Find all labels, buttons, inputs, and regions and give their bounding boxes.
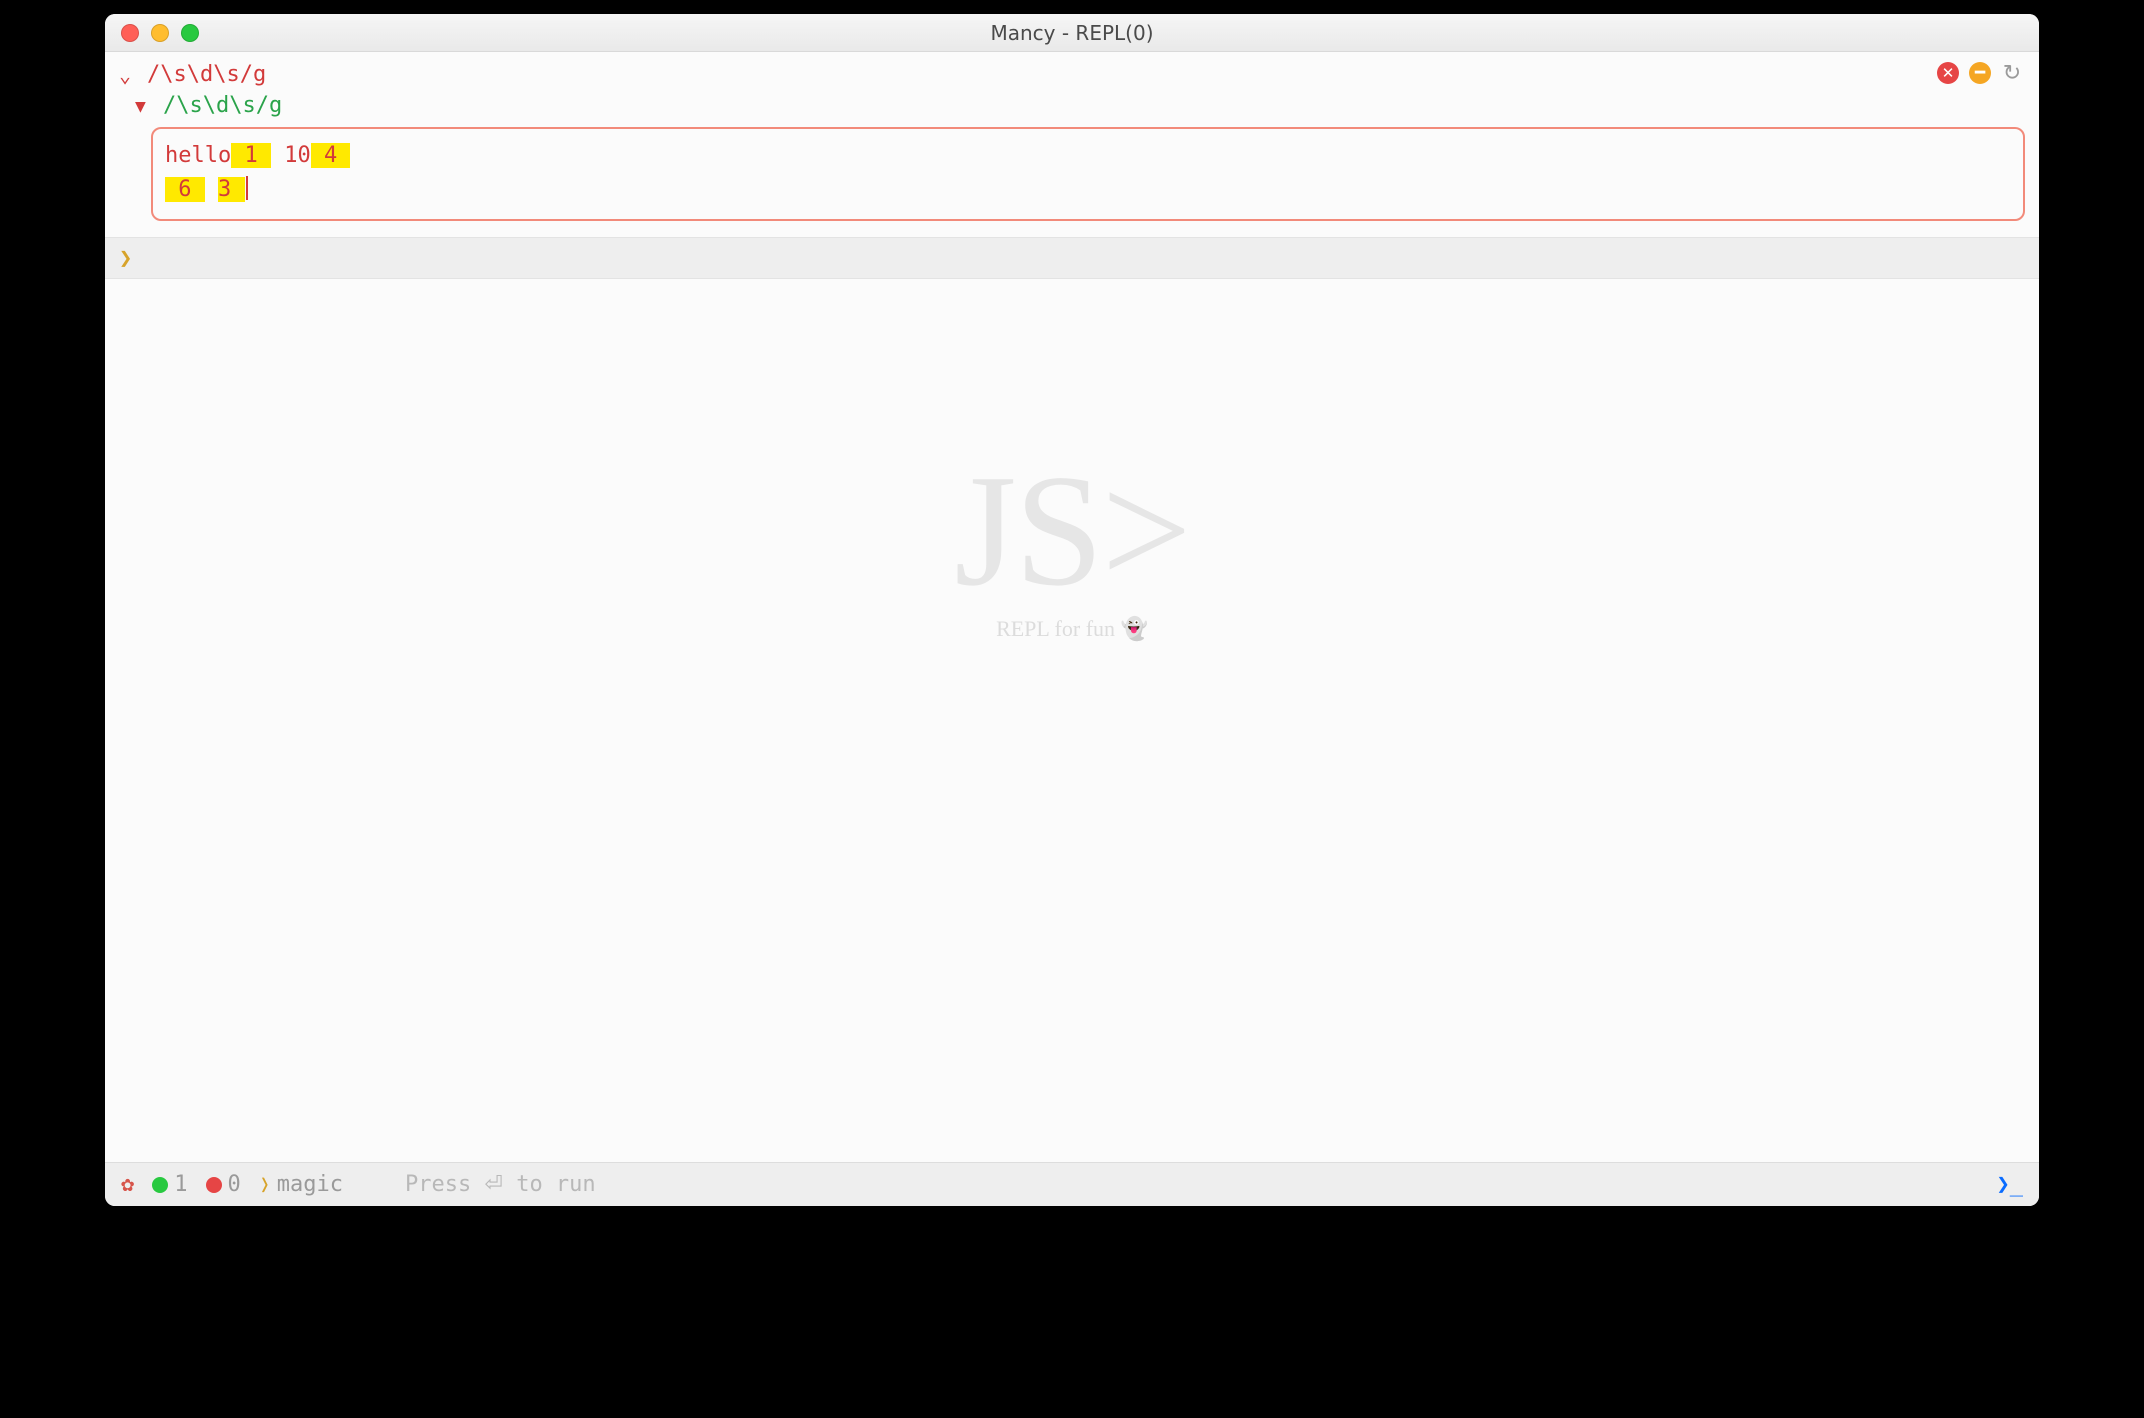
run-hint: Press ⏎ to run (405, 1172, 596, 1197)
watermark: JS> REPL for fun 👻 (954, 450, 1189, 642)
window-close-button[interactable] (121, 24, 139, 42)
match-highlight: 3 (218, 177, 245, 202)
enter-key-icon: ⏎ (485, 1172, 503, 1197)
window-title: Mancy - REPL(0) (105, 21, 2039, 45)
statusbar: ✿ 1 0 ❭magic Press ⏎ to run ❯_ (105, 1162, 2039, 1206)
result-text: hello (165, 143, 231, 168)
input-expression: /\s\d\s/g (147, 62, 266, 87)
regex-match-result[interactable]: hello 1 10 4 6 3 (151, 127, 2025, 221)
rerun-icon[interactable]: ↻ (2001, 62, 2023, 84)
repl-entry-input-row[interactable]: ⌄ /\s\d\s/g (105, 52, 2039, 93)
window-minimize-button[interactable] (151, 24, 169, 42)
text-cursor (246, 176, 248, 200)
window-zoom-button[interactable] (181, 24, 199, 42)
repl-prompt-indicator[interactable]: ❯_ (1997, 1172, 2024, 1197)
titlebar: Mancy - REPL(0) (105, 14, 2039, 52)
triangle-down-icon[interactable]: ▼ (135, 94, 163, 120)
match-highlight: 4 (311, 143, 351, 168)
clear-icon[interactable]: ✕ (1937, 62, 1959, 84)
mode-indicator[interactable]: ❭magic (259, 1172, 343, 1197)
tag-icon: ❭ (259, 1172, 271, 1196)
traffic-lights (121, 24, 199, 42)
collapse-icon[interactable]: ━ (1969, 62, 1991, 84)
red-dot-icon (206, 1177, 222, 1193)
green-dot-icon (152, 1177, 168, 1193)
chevron-down-icon[interactable]: ⌄ (119, 63, 147, 87)
watermark-subtitle: REPL for fun 👻 (954, 616, 1189, 642)
result-text: 10 (271, 143, 311, 168)
repl-entry-output-header[interactable]: ▼ /\s\d\s/g (105, 93, 2039, 123)
repl-content: ✕ ━ ↻ ⌄ /\s\d\s/g ▼ /\s\d\s/g hello 1 10… (105, 52, 2039, 1162)
output-expression: /\s\d\s/g (163, 93, 282, 118)
entry-toolbar: ✕ ━ ↻ (1937, 62, 2023, 84)
result-text (205, 177, 218, 202)
error-count[interactable]: 0 (206, 1172, 241, 1197)
prompt-chevron-icon: ❯ (119, 246, 132, 271)
success-count[interactable]: 1 (152, 1172, 187, 1197)
gear-icon[interactable]: ✿ (121, 1172, 134, 1197)
match-highlight: 6 (165, 177, 205, 202)
app-window: Mancy - REPL(0) ✕ ━ ↻ ⌄ /\s\d\s/g ▼ /\s\… (105, 14, 2039, 1206)
watermark-logo: JS> (954, 450, 1189, 610)
match-highlight: 1 (231, 143, 271, 168)
repl-prompt-bar[interactable]: ❯ (105, 237, 2039, 279)
